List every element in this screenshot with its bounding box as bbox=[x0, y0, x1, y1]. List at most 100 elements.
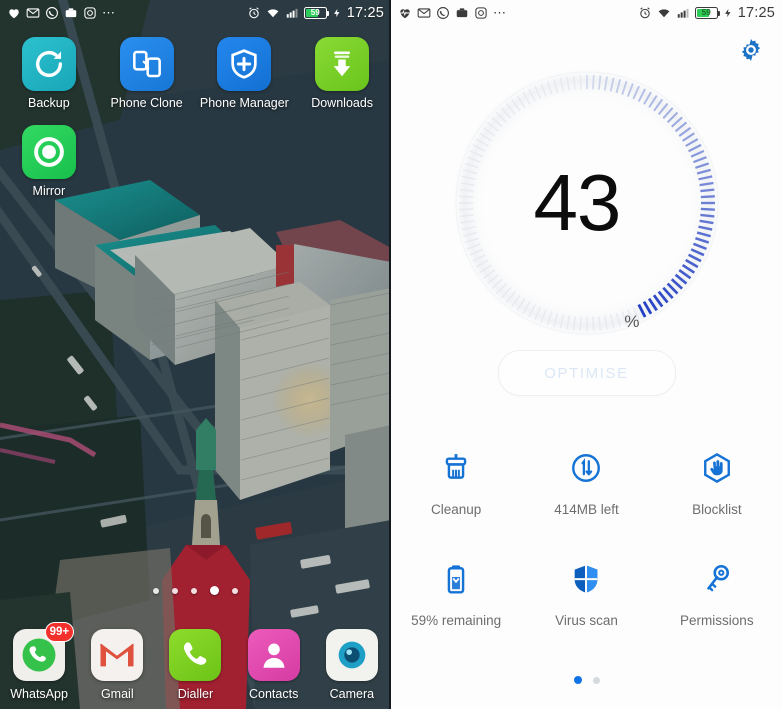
notification-overflow: ⋯ bbox=[493, 5, 507, 20]
app-label: Downloads bbox=[311, 96, 374, 110]
gauge-value: 43 bbox=[533, 158, 621, 247]
brush-icon[interactable] bbox=[436, 448, 476, 488]
tile-row-2: 59% remaining Virus scan Permissions bbox=[391, 559, 782, 628]
status-clock: 17:25 bbox=[737, 5, 775, 21]
tile-blocklist[interactable]: Blocklist bbox=[652, 448, 782, 517]
notification-icons: ⋯ bbox=[398, 6, 507, 20]
page-dot[interactable] bbox=[172, 587, 178, 594]
dock-camera[interactable]: Camera bbox=[313, 629, 391, 701]
app-label: Mirror bbox=[32, 183, 66, 198]
dock-label: Camera bbox=[329, 687, 375, 701]
gear-icon[interactable] bbox=[738, 37, 764, 63]
shield-icon[interactable] bbox=[566, 559, 606, 599]
dock-label: Contacts bbox=[248, 687, 299, 701]
tile-row-1: Cleanup 414MB left Blocklist bbox=[391, 448, 782, 517]
downloads-icon[interactable] bbox=[315, 37, 370, 91]
camera-icon[interactable] bbox=[325, 629, 378, 681]
dock-dialler[interactable]: Dialler bbox=[156, 629, 234, 701]
page-dot-active[interactable] bbox=[573, 676, 582, 684]
app-label: Phone Clone bbox=[110, 96, 183, 110]
page-dot-active[interactable] bbox=[210, 586, 219, 595]
app-phone-manager[interactable]: Phone Manager bbox=[196, 37, 294, 111]
phone-manager-screen: ⋯ 59 17:25 43 % OPTIMISE Cleanup 414MB l… bbox=[391, 0, 782, 709]
battery-icon[interactable] bbox=[436, 559, 476, 599]
tile-label: 414MB left bbox=[554, 502, 619, 517]
dock-label: WhatsApp bbox=[10, 687, 68, 701]
app-row-2: Mirror bbox=[0, 124, 391, 199]
tile-battery[interactable]: 59% remaining bbox=[391, 559, 521, 628]
dialler-icon[interactable] bbox=[169, 629, 222, 681]
system-status-icons: 59 17:25 bbox=[638, 5, 775, 21]
feature-tiles: Cleanup 414MB left Blocklist 59% remaini… bbox=[391, 448, 782, 628]
wifi-icon bbox=[267, 9, 279, 18]
gmail-icon bbox=[26, 8, 40, 18]
phone-manager-icon[interactable] bbox=[217, 37, 272, 91]
charging-bolt-icon bbox=[333, 8, 340, 18]
dock-label: Gmail bbox=[100, 687, 134, 701]
app-mirror[interactable]: Mirror bbox=[0, 124, 98, 199]
whatsapp-icon bbox=[437, 7, 449, 19]
notification-icons: ⋯ bbox=[7, 6, 116, 20]
screen: ⋯ 59 17:25 Backup Phone Clone Phone Mana… bbox=[0, 0, 782, 709]
battery-indicator: 59 bbox=[303, 7, 330, 19]
alarm-icon bbox=[248, 7, 259, 19]
dock-gmail[interactable]: Gmail bbox=[78, 629, 156, 701]
phone-clone-icon[interactable] bbox=[119, 37, 174, 91]
mirror-icon[interactable] bbox=[21, 124, 76, 179]
battery-percent: 59 bbox=[701, 8, 711, 17]
gmail-icon[interactable] bbox=[91, 629, 144, 681]
home-screen: ⋯ 59 17:25 Backup Phone Clone Phone Mana… bbox=[0, 0, 391, 709]
tile-cleanup[interactable]: Cleanup bbox=[391, 448, 521, 517]
dock: 99+ WhatsApp Gmail Dialler Contacts Came… bbox=[0, 622, 391, 701]
dock-contacts[interactable]: Contacts bbox=[235, 629, 313, 701]
page-dot[interactable] bbox=[153, 587, 159, 594]
whatsapp-icon[interactable]: 99+ bbox=[13, 622, 75, 681]
manager-page-indicator[interactable] bbox=[391, 676, 782, 684]
notification-badge: 99+ bbox=[44, 622, 75, 642]
page-dot[interactable] bbox=[232, 587, 238, 594]
data-usage-icon[interactable] bbox=[566, 448, 606, 488]
app-grid: Backup Phone Clone Phone Manager Downloa… bbox=[0, 37, 391, 199]
key-icon[interactable] bbox=[697, 559, 737, 599]
tile-label: Permissions bbox=[680, 613, 754, 628]
app-downloads[interactable]: Downloads bbox=[293, 37, 391, 111]
manager-status-bar: ⋯ 59 17:25 bbox=[391, 0, 782, 26]
backup-icon[interactable] bbox=[21, 37, 76, 91]
tile-label: Blocklist bbox=[692, 502, 742, 517]
notification-overflow: ⋯ bbox=[102, 5, 116, 20]
alarm-icon bbox=[639, 7, 650, 19]
optimise-button[interactable]: OPTIMISE bbox=[497, 350, 676, 396]
tile-label: 59% remaining bbox=[411, 613, 502, 628]
app-backup[interactable]: Backup bbox=[0, 37, 98, 111]
home-status-bar: ⋯ 59 17:25 bbox=[0, 0, 391, 26]
tile-label: Cleanup bbox=[431, 502, 482, 517]
panel-divider bbox=[389, 0, 391, 709]
instagram-icon bbox=[84, 7, 96, 19]
app-row-1: Backup Phone Clone Phone Manager Downloa… bbox=[0, 37, 391, 111]
signal-icon bbox=[286, 8, 298, 18]
dock-label: Dialler bbox=[177, 687, 214, 701]
blocklist-hand-icon[interactable] bbox=[697, 448, 737, 488]
optimisation-gauge: 43 % bbox=[391, 58, 782, 348]
battery-indicator: 59 bbox=[694, 7, 721, 19]
wifi-icon bbox=[658, 9, 670, 18]
app-phone-clone[interactable]: Phone Clone bbox=[98, 37, 196, 111]
heart-icon bbox=[9, 9, 19, 19]
gmail-icon bbox=[417, 8, 431, 18]
whatsapp-icon bbox=[46, 7, 58, 19]
tile-label: Virus scan bbox=[555, 613, 618, 628]
contacts-icon[interactable] bbox=[247, 629, 300, 681]
signal-icon bbox=[677, 8, 689, 18]
instagram-icon bbox=[475, 7, 487, 19]
page-dot[interactable] bbox=[191, 587, 197, 594]
screenshot-icon bbox=[65, 8, 77, 18]
tile-data-usage[interactable]: 414MB left bbox=[521, 448, 651, 517]
page-dot[interactable] bbox=[592, 676, 600, 684]
tile-permissions[interactable]: Permissions bbox=[652, 559, 782, 628]
home-page-indicator[interactable] bbox=[0, 586, 391, 595]
dock-whatsapp[interactable]: 99+ WhatsApp bbox=[0, 622, 78, 701]
tile-virus-scan[interactable]: Virus scan bbox=[521, 559, 651, 628]
charging-bolt-icon bbox=[724, 8, 731, 18]
battery-percent: 59 bbox=[310, 8, 320, 17]
system-status-icons: 59 17:25 bbox=[247, 5, 384, 21]
